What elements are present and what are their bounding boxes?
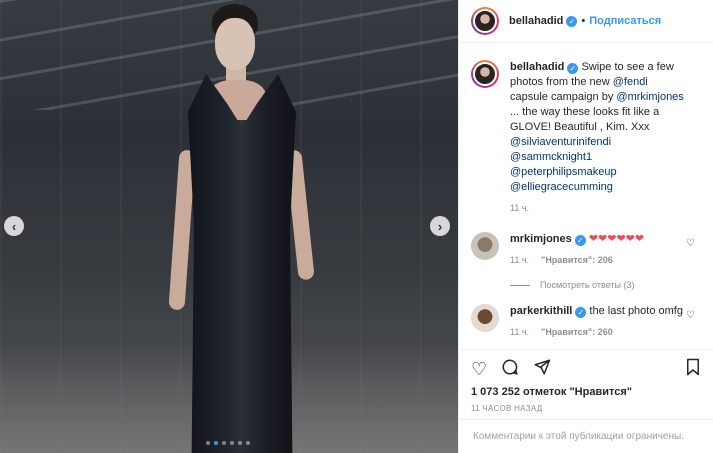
verified-badge-icon: ✓	[567, 63, 579, 74]
previous-slide-button[interactable]: ‹	[4, 216, 24, 236]
model-figure	[168, 0, 318, 453]
avatar[interactable]	[471, 60, 499, 88]
separator-dot: •	[581, 15, 586, 27]
slide-dot	[238, 441, 242, 445]
avatar[interactable]	[471, 304, 499, 332]
comment-time[interactable]: 11 ч.	[510, 253, 529, 268]
post-actions: ♡ 1 073 252 отметок "Нравится" 11 ЧАСОВ …	[459, 349, 713, 413]
replies-divider	[510, 284, 530, 286]
comment-text: the last photo omfg	[589, 305, 683, 317]
comments-list[interactable]: bellahadid ✓ Swipe to see a few photos fr…	[459, 52, 713, 347]
comment-likes[interactable]: "Нравится": 206	[541, 253, 613, 268]
comments-restricted-notice: Комментарии к этой публикации ограничены…	[459, 419, 713, 453]
mention-link[interactable]: @mrkimjones	[616, 91, 683, 103]
post-header: bellahadid ✓ • Подписаться	[459, 0, 713, 43]
caption: bellahadid ✓ Swipe to see a few photos fr…	[459, 52, 713, 224]
post-media[interactable]: ‹ ›	[0, 0, 458, 453]
black-dress	[188, 74, 296, 453]
caption-time[interactable]: 11 ч.	[510, 201, 529, 216]
comment-time[interactable]: 11 ч.	[510, 325, 529, 340]
bookmark-icon[interactable]	[685, 358, 701, 381]
comment-text: ❤❤❤❤❤❤	[588, 233, 645, 245]
mention-link[interactable]: @elliegracecumming	[510, 181, 613, 193]
chevron-right-icon: ›	[437, 218, 443, 234]
caption-meta: 11 ч.	[510, 201, 685, 216]
slide-dot	[206, 441, 210, 445]
next-slide-button[interactable]: ›	[430, 216, 450, 236]
instagram-post: ‹ › bellahadid ✓ • Подписаться bellahadi…	[0, 0, 713, 453]
heart-outline-icon[interactable]: ♡	[686, 310, 695, 321]
view-replies-button[interactable]: Посмотреть ответы (3)	[459, 280, 713, 290]
comment-item: mrkimjones ✓ ❤❤❤❤❤❤ 11 ч. "Нравится": 206…	[459, 224, 713, 276]
footer-text: Комментарии к этой публикации ограничены…	[473, 431, 684, 442]
comment-meta: 11 ч. "Нравится": 260	[510, 325, 685, 340]
chevron-left-icon: ‹	[11, 218, 17, 234]
caption-text: capsule campaign by	[510, 91, 617, 103]
slide-dot	[246, 441, 250, 445]
slide-dot-active	[214, 441, 218, 445]
share-icon[interactable]	[533, 358, 551, 381]
header-username[interactable]: bellahadid	[509, 15, 563, 27]
comment-item: parkerkithill ✓ the last photo omfg 11 ч.…	[459, 296, 713, 347]
verified-badge-icon: ✓	[574, 235, 586, 246]
heart-outline-icon[interactable]: ♡	[686, 238, 695, 249]
like-heart-icon[interactable]: ♡	[471, 359, 487, 380]
post-side-panel: bellahadid ✓ • Подписаться bellahadid ✓ S…	[458, 0, 713, 453]
caption-text: ... the way these looks fit like a GLOVE…	[510, 106, 660, 133]
comment-username[interactable]: mrkimjones	[510, 233, 572, 245]
view-replies-label: Посмотреть ответы (3)	[540, 280, 635, 290]
caption-username[interactable]: bellahadid	[510, 61, 564, 73]
verified-badge-icon: ✓	[575, 307, 587, 318]
likes-count[interactable]: 1 073 252 отметок "Нравится"	[471, 386, 701, 398]
comment-likes[interactable]: "Нравится": 260	[541, 325, 613, 340]
comment-body: parkerkithill ✓ the last photo omfg 11 ч.…	[510, 304, 685, 340]
avatar[interactable]	[471, 7, 499, 35]
mention-link[interactable]: @peterphilipsmakeup	[510, 166, 617, 178]
caption-body: bellahadid ✓ Swipe to see a few photos fr…	[510, 60, 685, 216]
follow-button[interactable]: Подписаться	[589, 15, 661, 27]
verified-badge-icon: ✓	[566, 15, 578, 27]
slide-dot	[230, 441, 234, 445]
action-icons: ♡	[471, 356, 701, 382]
post-time[interactable]: 11 ЧАСОВ НАЗАД	[471, 404, 701, 413]
avatar[interactable]	[471, 232, 499, 260]
mention-link[interactable]: @fendi	[613, 76, 648, 88]
comment-icon[interactable]	[501, 358, 519, 381]
comment-username[interactable]: parkerkithill	[510, 305, 572, 317]
face	[215, 18, 255, 70]
mention-link[interactable]: @silviaventurinifendi	[510, 136, 611, 148]
comment-body: mrkimjones ✓ ❤❤❤❤❤❤ 11 ч. "Нравится": 206	[510, 232, 685, 268]
mention-link[interactable]: @sammcknight1	[510, 151, 592, 163]
slide-indicator	[206, 441, 250, 445]
slide-dot	[222, 441, 226, 445]
comment-meta: 11 ч. "Нравится": 206	[510, 253, 685, 268]
